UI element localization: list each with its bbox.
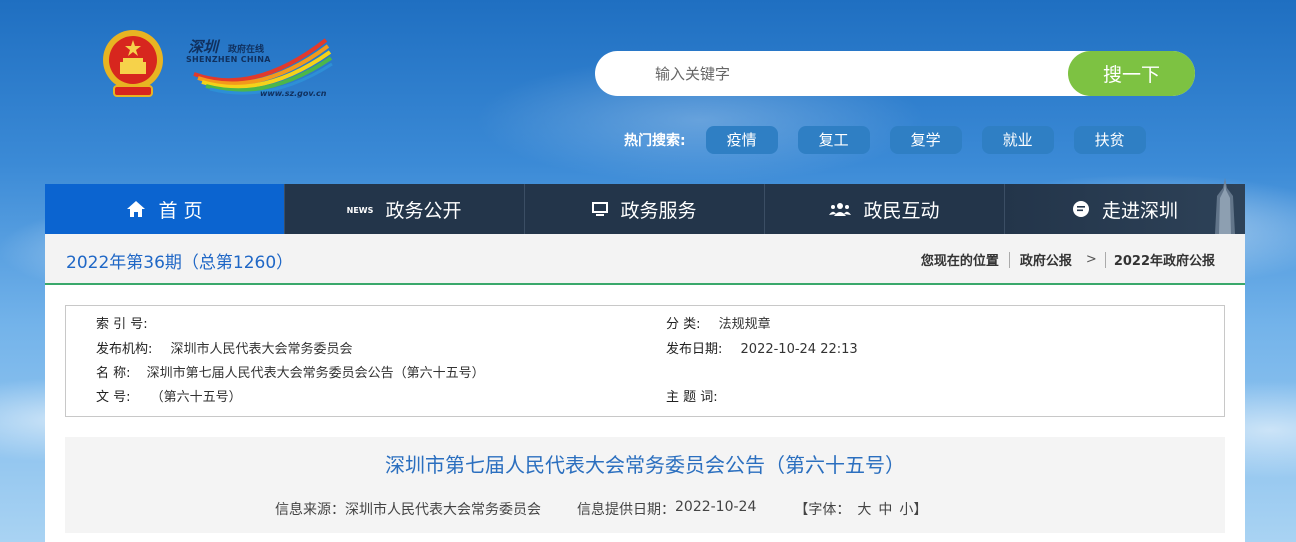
- breadcrumb: 您现在的位置 政府公报 > 2022年政府公报: [921, 250, 1215, 269]
- font-size-medium-button[interactable]: 中: [878, 499, 892, 519]
- search-input[interactable]: [635, 51, 1055, 96]
- nav-home[interactable]: 首 页: [45, 184, 285, 234]
- meta-subject-label: 主 题 词:: [666, 390, 718, 405]
- meta-index-label: 索 引 号:: [96, 317, 148, 332]
- meta-docno-value: （第六十五号）: [150, 390, 242, 405]
- nav-about-shenzhen[interactable]: 走进深圳: [1005, 178, 1245, 234]
- meta-date-value: 2022-10-24 22:13: [740, 342, 858, 357]
- brand-title-en: SHENZHEN CHINA: [186, 55, 271, 64]
- article-info: 信息来源： 深圳市人民代表大会常务委员会 信息提供日期： 2022-10-24 …: [275, 499, 927, 519]
- provide-date-value: 2022-10-24: [675, 499, 757, 515]
- tower-decoration: [1215, 178, 1235, 234]
- main-content: 索 引 号: 分 类: 法规规章 发布机构: 深圳市人民代表大会常务委员会 发布…: [45, 285, 1245, 542]
- chat-icon: [1072, 200, 1090, 218]
- info-spacer: [756, 499, 794, 519]
- font-size-open: 【字体：: [794, 502, 851, 518]
- info-spacer: [541, 499, 577, 519]
- hot-tag-resume-school[interactable]: 复学: [889, 126, 962, 154]
- font-size-large-button[interactable]: 大: [857, 499, 871, 519]
- main-nav: 首 页 NEWS 政务公开 政务服务 政民互动 走进深圳: [45, 178, 1245, 234]
- svg-text:NEWS: NEWS: [347, 206, 373, 215]
- breadcrumb-divider: [1104, 251, 1106, 268]
- meta-category-value: 法规规章: [718, 317, 771, 332]
- article-header: 深圳市第七届人民代表大会常务委员会公告（第六十五号） 信息来源： 深圳市人民代表…: [65, 437, 1225, 533]
- meta-date-row: 发布日期: 2022-10-24 22:13: [666, 340, 858, 360]
- meta-category-label: 分 类:: [666, 317, 701, 332]
- people-icon: [829, 202, 852, 216]
- breadcrumb-location-label: 您现在的位置: [920, 254, 999, 269]
- nav-citizen-interaction[interactable]: 政民互动: [765, 184, 1005, 234]
- breadcrumb-divider: [1008, 251, 1010, 268]
- nav-gov-affairs-open-label: 政务公开: [385, 199, 462, 222]
- meta-index-row: 索 引 号:: [96, 315, 148, 335]
- font-size-small-button[interactable]: 小: [899, 499, 913, 519]
- meta-name-row: 名 称: 深圳市第七届人民代表大会常务委员会公告（第六十五号）: [96, 364, 485, 384]
- hot-searches: 热门搜索: 疫情 复工 复学 就业 扶贫: [624, 126, 1166, 154]
- nav-citizen-interaction-label: 政民互动: [863, 199, 940, 222]
- breadcrumb-link-gazette[interactable]: 政府公报: [1020, 250, 1072, 269]
- search-box: 搜一下: [595, 51, 1195, 96]
- news-icon: NEWS: [347, 202, 373, 216]
- nav-gov-services-label: 政务服务: [620, 199, 697, 222]
- national-emblem-logo: [100, 26, 166, 104]
- shenzhen-gov-logo[interactable]: 深圳 政府在线 SHENZHEN CHINA www.sz.gov.cn: [184, 34, 334, 102]
- source-label: 信息来源：: [275, 502, 345, 518]
- meta-category-row: 分 类: 法规规章: [666, 315, 771, 335]
- issue-title: 2022年第36期（总第1260）: [66, 253, 294, 273]
- hot-tag-employment[interactable]: 就业: [981, 126, 1054, 154]
- breadcrumb-bar: 2022年第36期（总第1260） 您现在的位置 政府公报 > 2022年政府公…: [45, 234, 1245, 285]
- meta-publisher-value: 深圳市人民代表大会常务委员会: [170, 342, 353, 357]
- hot-searches-label: 热门搜索:: [624, 133, 686, 149]
- brand-subtitle-cn: 政府在线: [228, 45, 265, 55]
- meta-publisher-row: 发布机构: 深圳市人民代表大会常务委员会: [96, 340, 353, 360]
- meta-name-value: 深圳市第七届人民代表大会常务委员会公告（第六十五号）: [146, 366, 485, 381]
- nav-gov-affairs-open[interactable]: NEWS 政务公开: [285, 184, 525, 234]
- meta-subject-row: 主 题 词:: [666, 388, 718, 408]
- hot-tag-resume-work[interactable]: 复工: [797, 126, 870, 154]
- nav-home-label: 首 页: [158, 199, 203, 222]
- brand-title-cn: 深圳: [188, 38, 219, 56]
- font-size-close: 】: [913, 502, 928, 518]
- breadcrumb-link-2022-gazette[interactable]: 2022年政府公报: [1114, 250, 1215, 269]
- meta-name-label: 名 称:: [96, 366, 131, 381]
- meta-date-label: 发布日期:: [666, 342, 723, 357]
- brand-url: www.sz.gov.cn: [260, 89, 327, 98]
- hot-tag-poverty-relief[interactable]: 扶贫: [1073, 126, 1146, 154]
- breadcrumb-arrow: >: [1085, 252, 1097, 267]
- home-icon: [126, 200, 146, 218]
- nav-gov-services[interactable]: 政务服务: [525, 184, 765, 234]
- nav-about-shenzhen-label: 走进深圳: [1101, 199, 1178, 222]
- document-metadata-table: 索 引 号: 分 类: 法规规章 发布机构: 深圳市人民代表大会常务委员会 发布…: [65, 305, 1225, 417]
- article-title: 深圳市第七届人民代表大会常务委员会公告（第六十五号）: [385, 453, 905, 477]
- meta-docno-label: 文 号:: [96, 390, 131, 405]
- monitor-icon: [592, 202, 609, 216]
- source-value: 深圳市人民代表大会常务委员会: [345, 502, 541, 518]
- hot-tag-epidemic[interactable]: 疫情: [705, 126, 778, 154]
- provide-date-label: 信息提供日期：: [577, 502, 675, 518]
- meta-publisher-label: 发布机构:: [96, 342, 153, 357]
- search-button[interactable]: 搜一下: [1068, 51, 1195, 96]
- meta-docno-row: 文 号: （第六十五号）: [96, 388, 242, 408]
